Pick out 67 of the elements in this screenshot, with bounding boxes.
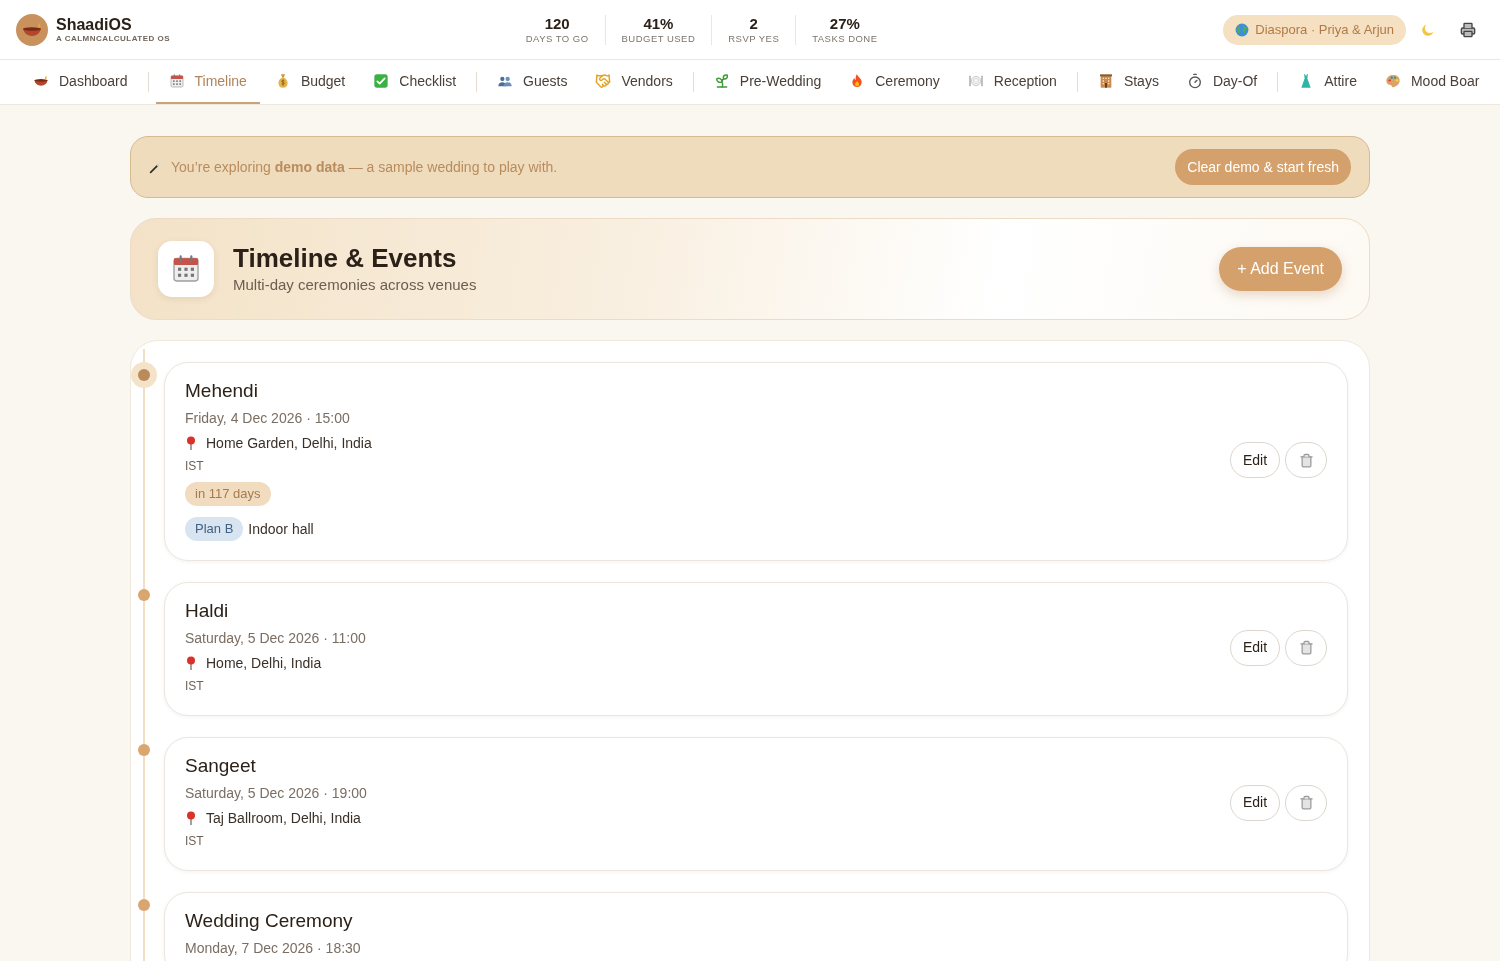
app-name: ShaadiOS — [56, 15, 133, 34]
event-date: Friday, 4 Dec 2026 · 15:00 — [185, 409, 350, 427]
edit-button[interactable]: Edit — [1230, 629, 1280, 666]
nav-tab[interactable]: Pre-Wedding — [700, 60, 835, 104]
event-date: Saturday, 5 Dec 2026 · 19:00 — [185, 784, 367, 802]
nav-tab[interactable]: Stays — [1084, 60, 1172, 104]
pin-icon — [185, 436, 197, 450]
edit-button[interactable]: Edit — [1230, 442, 1280, 478]
nav-tab[interactable]: Vendors — [582, 60, 686, 104]
page-title: Timeline & Events — [233, 242, 458, 274]
demo-notice-text: You’re exploring demo data — a sample wedding to play with. — [171, 157, 558, 177]
event-timezone: IST — [185, 458, 204, 475]
app-tagline: A CALMNCALCULATED OS — [56, 34, 171, 44]
nav-tab[interactable]: Day-Of — [1173, 60, 1271, 104]
sprout-icon — [713, 73, 730, 89]
event-date: Saturday, 5 Dec 2026 · 11:00 — [185, 629, 366, 647]
stat-label: TASKS DONE — [812, 32, 878, 45]
checkbox-icon — [373, 73, 390, 89]
plate-icon — [967, 73, 984, 89]
plan-b-badge: Plan B — [185, 517, 244, 541]
globe-icon — [1235, 22, 1250, 37]
stat-value: 27% — [829, 14, 860, 33]
delete-button[interactable] — [1285, 442, 1327, 478]
delete-button[interactable] — [1285, 629, 1327, 666]
nav-tab[interactable]: Ceremony — [836, 60, 953, 104]
edit-button[interactable]: Edit — [1230, 784, 1280, 821]
event-title: Sangeet — [185, 754, 256, 778]
stat-value: 41% — [643, 14, 674, 33]
calendar-icon — [158, 241, 214, 297]
nav-tab[interactable]: Dashboard — [20, 60, 141, 104]
nav-tab[interactable]: Mood Boar — [1371, 60, 1493, 104]
magic-wand-icon — [149, 160, 162, 174]
stat-label: BUDGET USED — [621, 32, 696, 45]
trash-icon — [1298, 795, 1314, 810]
event-timezone: IST — [185, 833, 204, 850]
nav-tab[interactable]: Reception — [954, 60, 1070, 104]
pin-icon — [185, 811, 197, 825]
plan-b-text: Indoor hall — [248, 519, 314, 539]
handshake-icon — [595, 73, 612, 89]
logo-icon — [16, 13, 48, 46]
event-location: Taj Ballroom, Delhi, India — [206, 809, 361, 828]
stopwatch-icon — [1186, 73, 1203, 89]
countdown-badge: in 117 days — [185, 482, 271, 506]
stat-label: DAYS TO GO — [525, 32, 589, 45]
event-title: Wedding Ceremony — [185, 909, 353, 933]
printer-icon[interactable] — [1460, 21, 1476, 38]
event-timezone: IST — [185, 678, 204, 695]
stat-label: RSVP YES — [728, 32, 780, 45]
event-location: Home, Delhi, India — [206, 654, 322, 673]
calendar-icon — [168, 73, 185, 89]
nav-tab[interactable]: Attire — [1285, 60, 1370, 104]
nav-tab[interactable]: Guests — [484, 60, 581, 104]
event-date: Monday, 7 Dec 2026 · 18:30 — [185, 939, 361, 957]
trash-icon — [1298, 640, 1314, 655]
delete-button[interactable] — [1285, 784, 1327, 821]
palette-icon — [1384, 73, 1401, 89]
pin-icon — [185, 656, 197, 670]
event-location: Home Garden, Delhi, India — [206, 434, 372, 453]
page-subtitle: Multi-day ceremonies across venues — [233, 275, 477, 295]
stat-value: 120 — [544, 14, 570, 33]
trash-icon — [1298, 452, 1314, 468]
nav-tab[interactable]: Checklist — [360, 60, 470, 104]
stat-value: 2 — [749, 14, 758, 33]
nav-tab[interactable]: Budget — [261, 60, 359, 104]
event-title: Haldi — [185, 599, 229, 623]
event-title: Mehendi — [185, 379, 258, 403]
hotel-icon — [1097, 73, 1114, 89]
